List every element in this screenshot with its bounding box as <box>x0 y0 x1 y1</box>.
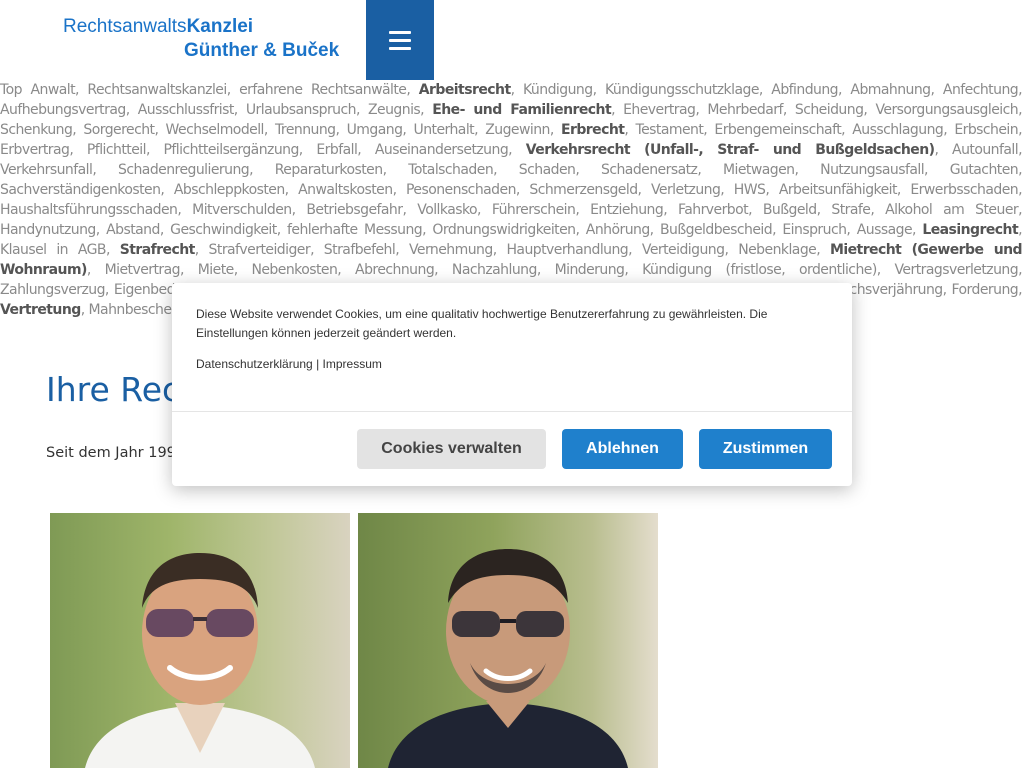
link-separator: | <box>312 357 323 371</box>
manage-cookies-button[interactable]: Cookies verwalten <box>357 429 546 469</box>
logo-line-1: RechtsanwaltsKanzlei <box>63 16 253 38</box>
site-header: RechtsanwaltsKanzlei Günther & Buček <box>0 0 1024 80</box>
lawyer-photo-1 <box>50 513 350 768</box>
keyword-category: Arbeitsrecht <box>418 82 511 98</box>
logo-line-1-regular: Rechtsanwalts <box>63 16 187 37</box>
reject-cookies-button[interactable]: Ablehnen <box>562 429 683 469</box>
banner-divider <box>172 411 852 412</box>
keyword-list: , Strafverteidiger, Strafbefehl, Vernehm… <box>194 242 830 258</box>
intro-text: Seit dem Jahr 1998 <box>46 445 186 461</box>
cookie-message: Diese Website verwendet Cookies, um eine… <box>196 307 768 340</box>
lawyer-portrait-1-illustration <box>85 553 315 768</box>
keyword-category: Strafrecht <box>119 242 196 258</box>
keyword-category: Vertretung <box>0 302 81 318</box>
lawyer-portrait-2-illustration <box>388 549 628 768</box>
menu-button[interactable] <box>366 0 434 80</box>
cookie-legal-links: Datenschutzerklärung | Impressum <box>196 355 382 373</box>
keyword-category: Verkehrsrecht (Unfall-, Straf- und Bußge… <box>525 142 935 158</box>
site-logo[interactable]: RechtsanwaltsKanzlei Günther & Buček <box>63 16 353 66</box>
privacy-policy-link[interactable]: Datenschutzerklärung <box>196 357 313 371</box>
lawyer-photo-2 <box>358 513 658 768</box>
keyword-category: Erbrecht <box>560 122 625 138</box>
keyword-list: Top Anwalt, Rechtsanwaltskanzlei, erfahr… <box>0 82 419 98</box>
logo-line-1-bold: Kanzlei <box>186 16 254 37</box>
imprint-link[interactable]: Impressum <box>323 357 382 371</box>
keyword-category: Ehe- und Familienrecht <box>432 102 612 118</box>
hamburger-menu-icon <box>389 31 411 50</box>
cookie-consent-banner: Diese Website verwendet Cookies, um eine… <box>172 283 852 486</box>
keyword-category: Leasingrecht <box>922 222 1019 238</box>
logo-line-2: Günther & Buček <box>184 40 340 61</box>
accept-cookies-button[interactable]: Zustimmen <box>699 429 832 469</box>
